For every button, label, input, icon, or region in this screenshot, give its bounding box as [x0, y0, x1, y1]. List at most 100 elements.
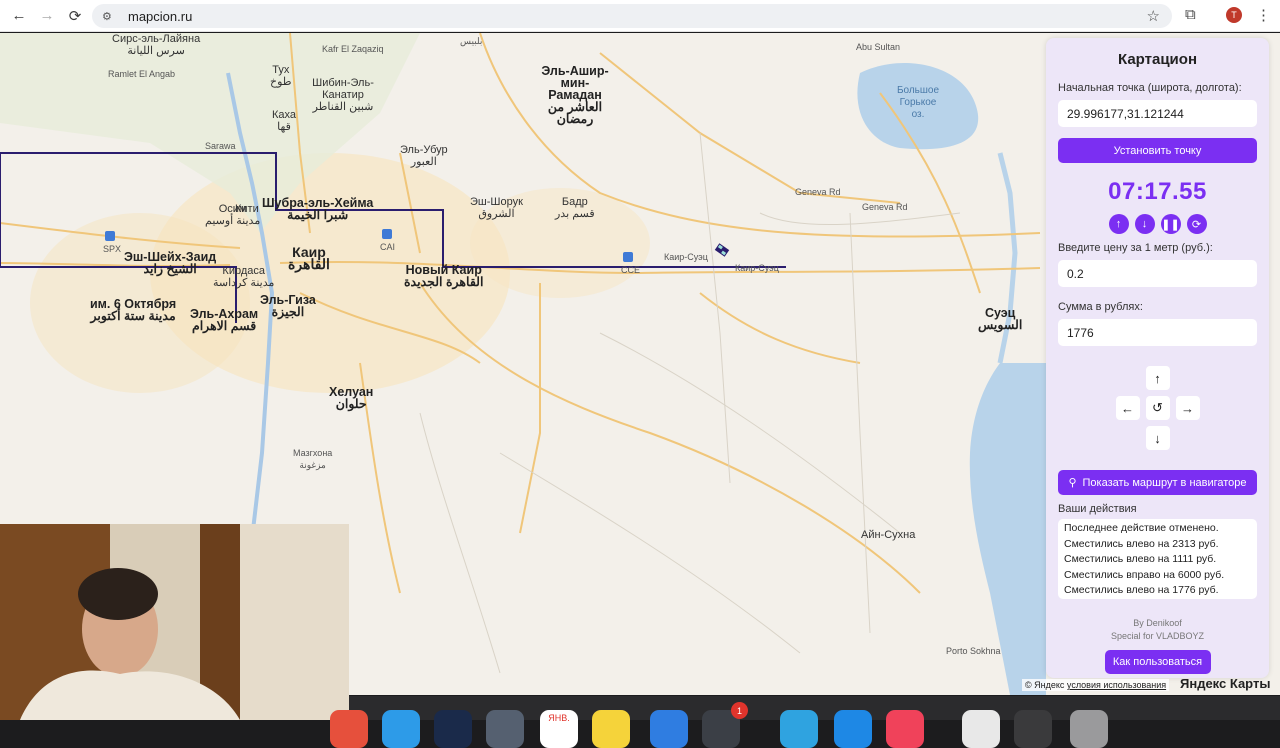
credit-author: By Denikoof: [1133, 618, 1182, 628]
map-label-sarawa[interactable]: Sarawa: [205, 140, 236, 152]
map-label-new-cairo[interactable]: Новый Каир القاهرة الجديدة: [404, 264, 483, 289]
copyright-text: © Яндекс: [1025, 680, 1065, 690]
dock-notes-icon[interactable]: [592, 710, 630, 748]
arrow-up-circle-icon[interactable]: ↑: [1108, 214, 1129, 234]
undo-button[interactable]: ↺: [1145, 396, 1170, 420]
log-entry: Сместились влево на 2313 руб.: [1064, 537, 1219, 550]
arrow-down-circle-icon[interactable]: ↓: [1134, 214, 1155, 234]
map-label-kaha[interactable]: Каха قها: [272, 109, 296, 133]
map-label-el-ashir[interactable]: Эль-Ашир-мин-Рамадан العاشر من رمضان: [536, 65, 614, 126]
dock-app-icon[interactable]: [650, 710, 688, 748]
log-entry: Сместились влево на 1111 руб.: [1064, 553, 1217, 565]
price-input[interactable]: 0.2: [1058, 260, 1257, 287]
map-label-mazghona[interactable]: Мазгхона مزغونة: [293, 447, 332, 471]
show-route-button[interactable]: ⚲ Показать маршрут в навигаторе: [1058, 470, 1257, 495]
site-settings-icon[interactable]: ⚙: [102, 10, 120, 23]
bookmark-star-icon[interactable]: ☆: [1147, 7, 1160, 25]
map-label-cairo-suez-2: Каир-Суэц: [735, 263, 779, 273]
pause-icon[interactable]: ❚❚: [1160, 214, 1181, 234]
map-label-tukh[interactable]: Тух طوخ: [270, 64, 292, 88]
reload-icon[interactable]: ⟳: [62, 3, 88, 29]
price-label: Введите цену за 1 метр (руб.):: [1058, 242, 1213, 254]
browser-menu-icon[interactable]: ⋮: [1256, 6, 1271, 24]
webcam-overlay: [0, 524, 349, 720]
map-label-ramlet[interactable]: Ramlet El Angab: [108, 68, 175, 80]
map-label-ccc[interactable]: CCE: [621, 264, 640, 276]
dock-app-icon[interactable]: [1014, 710, 1052, 748]
map-label-cai[interactable]: CAI: [380, 241, 395, 253]
dock-app-icon[interactable]: [886, 710, 924, 748]
actions-log[interactable]: Последнее действие отменено. Сместились …: [1058, 519, 1257, 599]
dock-app-icon[interactable]: [834, 710, 872, 748]
map-label-kafr[interactable]: Kafr El Zaqaziq: [322, 43, 384, 55]
move-left-button[interactable]: ←: [1115, 396, 1140, 420]
map-label-spx[interactable]: SPX: [103, 243, 121, 255]
map-label-bilbeis[interactable]: بلبيس: [460, 35, 482, 47]
back-icon[interactable]: ←: [6, 3, 32, 29]
map-label-geneva: Geneva Rd: [795, 187, 841, 197]
notification-badge: 1: [731, 702, 748, 719]
dock-app-icon[interactable]: [382, 710, 420, 748]
log-entry: Сместились влево на 1776 руб.: [1064, 584, 1219, 596]
yandex-maps-logo[interactable]: Яндекс Карты: [1180, 676, 1270, 691]
map-label-cairo[interactable]: Каир القاهرة: [288, 245, 330, 271]
sum-label: Сумма в рублях:: [1058, 301, 1143, 313]
map-attribution: © Яндекс условия использования: [1022, 679, 1170, 691]
map-label-giza[interactable]: Эль-Гиза الجيزة: [260, 294, 316, 319]
dock-app-icon[interactable]: [780, 710, 818, 748]
move-right-button[interactable]: →: [1175, 396, 1200, 420]
dock-app-icon[interactable]: [486, 710, 524, 748]
start-point-input[interactable]: 29.996177,31.121244: [1058, 100, 1257, 127]
map-label-shorouk[interactable]: Эш-Шорук الشروق: [470, 196, 523, 220]
map-label-sirs[interactable]: Сирс-эль-Лайяна سرس الليانة: [112, 33, 200, 57]
timer-controls: ↑ ↓ ❚❚ ⟳: [1058, 214, 1257, 234]
forward-icon[interactable]: →: [34, 3, 60, 29]
start-point-label: Начальная точка (широта, долгота):: [1058, 82, 1242, 94]
refresh-icon[interactable]: ⟳: [1186, 214, 1207, 234]
map-label-6-october[interactable]: им. 6 Октября مدينة ستة أكتوبر: [90, 298, 176, 323]
actions-label: Ваши действия: [1058, 503, 1137, 515]
log-entry: Сместились вправо на 6000 руб.: [1064, 568, 1225, 581]
timer-display: 07:17.55: [1108, 178, 1207, 205]
map-label-kirdasa[interactable]: Кирдаса مدينة كرداسة: [213, 265, 274, 289]
profile-avatar[interactable]: T: [1226, 7, 1242, 23]
map-label-shubra[interactable]: Шубра-эль-Хейма شبرا الخيمة: [262, 197, 373, 222]
show-route-label: Показать маршрут в навигаторе: [1082, 476, 1247, 489]
map-label-el-ahram[interactable]: Эль-Ахрам قسم الاهرام: [190, 308, 258, 333]
extensions-icon[interactable]: ⧉: [1185, 6, 1196, 23]
map-label-kiti[interactable]: Кити: [235, 203, 259, 215]
terms-link[interactable]: условия использования: [1067, 680, 1166, 690]
map-label-shibin[interactable]: Шибин-Эль-Канатир شبين القناطر: [312, 77, 374, 113]
browser-toolbar: ← → ⟳ ⚙ mapcion.ru ☆ ⧉ T ⋮: [0, 0, 1280, 32]
url-text: mapcion.ru: [128, 8, 193, 24]
move-up-button[interactable]: ↑: [1145, 366, 1170, 390]
dock-calendar-icon[interactable]: ЯНВ.: [540, 710, 578, 748]
map-label-cairo-suez: Каир-Суэц: [664, 252, 708, 262]
log-entry: Последнее действие отменено.: [1064, 522, 1219, 534]
how-to-use-button[interactable]: Как пользоваться: [1104, 650, 1211, 674]
sum-input[interactable]: 1776: [1058, 319, 1257, 346]
map-label-ain-sokhna[interactable]: Айн-Сухна: [861, 529, 915, 541]
map-label-abu-sultan[interactable]: Abu Sultan: [856, 41, 900, 53]
trash-icon[interactable]: [1070, 710, 1108, 748]
map-label-bitter-lake[interactable]: Большое Горькое оз.: [892, 85, 944, 121]
map-label-geneva-2: Geneva Rd: [862, 202, 908, 212]
dock-app-icon[interactable]: [434, 710, 472, 748]
dock-app-icon[interactable]: [330, 710, 368, 748]
map-label-suez[interactable]: Суэц السويس: [978, 307, 1022, 332]
direction-pad: ↑ ← ↺ → ↓: [1108, 366, 1208, 456]
panel-title: Картацион: [1118, 51, 1197, 68]
map-label-badr[interactable]: Бадр قسم بدر: [555, 196, 595, 220]
map-label-porto[interactable]: Porto Sokhna: [946, 645, 1001, 657]
credits: By Denikoof Special for VLADBOYZ: [1058, 617, 1257, 643]
map-label-sheikh-zayed[interactable]: Эш-Шейх-Заид الشيخ زايد: [124, 251, 216, 276]
map-label-el-ubur[interactable]: Эль-Убур العبور: [400, 144, 448, 168]
address-bar[interactable]: ⚙ mapcion.ru ☆: [92, 4, 1172, 28]
control-panel: Картацион Начальная точка (широта, долго…: [1046, 38, 1269, 678]
move-down-button[interactable]: ↓: [1145, 426, 1170, 450]
set-point-button[interactable]: Установить точку: [1058, 138, 1257, 163]
credit-special: Special for VLADBOYZ: [1110, 631, 1205, 641]
route-icon: ⚲: [1068, 477, 1077, 489]
map-label-helwan[interactable]: Хелуан حلوان: [329, 386, 373, 411]
dock-app-icon[interactable]: [962, 710, 1000, 748]
